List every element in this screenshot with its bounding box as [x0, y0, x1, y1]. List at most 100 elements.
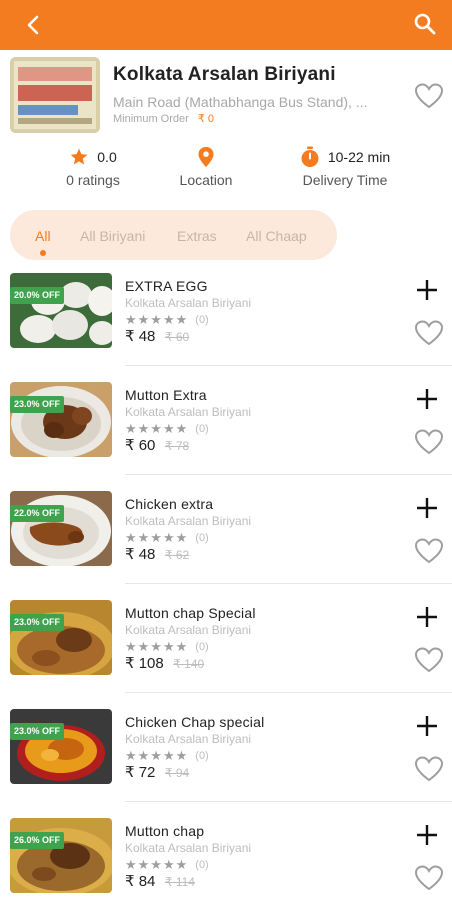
chevron-left-icon[interactable] — [22, 13, 46, 37]
heart-outline-icon[interactable] — [414, 82, 444, 110]
item-price: ₹ 72 ₹ 94 — [125, 763, 189, 782]
item-restaurant: Kolkata Arsalan Biriyani — [125, 514, 252, 528]
menu-item[interactable]: 22.0% OFF Chicken extra Kolkata Arsalan … — [0, 491, 452, 600]
location-pin-icon — [198, 147, 214, 167]
original-price: ₹ 114 — [164, 875, 195, 889]
original-price: ₹ 78 — [164, 439, 190, 453]
minimum-order: Minimum Order ₹ 0 — [113, 112, 214, 125]
add-icon[interactable] — [414, 713, 440, 739]
item-price: ₹ 108 ₹ 140 — [125, 654, 204, 673]
delivery-time-value: 10-22 min — [327, 149, 391, 165]
divider — [125, 474, 452, 475]
heart-outline-icon[interactable] — [414, 428, 444, 456]
discount-badge: 26.0% OFF — [10, 832, 65, 849]
rating-stars: ★★★★★ — [125, 639, 189, 654]
menu-item[interactable]: 23.0% OFF Mutton chap Special Kolkata Ar… — [0, 600, 452, 709]
divider — [125, 583, 452, 584]
menu-item[interactable]: 20.0% OFF EXTRA EGG Kolkata Arsalan Biri… — [0, 273, 452, 382]
add-icon[interactable] — [414, 386, 440, 412]
delivery-time-label: Delivery Time — [302, 172, 388, 188]
food-image — [10, 709, 112, 784]
delivery-stat: 10-22 min Delivery Time — [290, 145, 400, 188]
item-rating: ★★★★★ (0) — [125, 748, 209, 764]
item-price: ₹ 60 ₹ 78 — [125, 436, 189, 455]
current-price: ₹ 60 — [125, 437, 156, 454]
star-icon — [70, 148, 88, 165]
rating-value: 0.0 — [97, 149, 117, 165]
divider — [125, 692, 452, 693]
original-price: ₹ 140 — [173, 657, 205, 671]
food-image — [10, 273, 112, 348]
heart-outline-icon[interactable] — [414, 537, 444, 565]
rating-stars: ★★★★★ — [125, 421, 189, 436]
divider — [125, 365, 452, 366]
current-price: ₹ 84 — [125, 873, 156, 890]
current-price: ₹ 72 — [125, 764, 156, 781]
heart-outline-icon[interactable] — [414, 755, 444, 783]
item-rating: ★★★★★ (0) — [125, 530, 209, 546]
search-icon[interactable] — [412, 11, 438, 37]
rating-stat: 0.0 0 ratings — [52, 145, 134, 188]
heart-outline-icon[interactable] — [414, 864, 444, 892]
rating-label: 0 ratings — [66, 172, 120, 188]
divider — [125, 801, 452, 802]
tab-label: All Biriyani — [80, 228, 146, 244]
item-price: ₹ 48 ₹ 60 — [125, 327, 189, 346]
food-image — [10, 382, 112, 457]
rating-stars: ★★★★★ — [125, 530, 189, 545]
heart-outline-icon[interactable] — [414, 319, 444, 347]
discount-badge: 20.0% OFF — [10, 287, 65, 304]
restaurant-name: Kolkata Arsalan Biriyani — [113, 64, 336, 85]
item-name: Mutton chap — [125, 823, 205, 839]
item-price: ₹ 84 ₹ 114 — [125, 872, 195, 891]
original-price: ₹ 60 — [164, 330, 190, 344]
item-price: ₹ 48 ₹ 62 — [125, 545, 189, 564]
rating-count: (0) — [195, 314, 209, 326]
current-price: ₹ 108 — [125, 655, 164, 672]
rating-stars: ★★★★★ — [125, 312, 189, 327]
tab-all[interactable]: All — [35, 228, 51, 256]
current-price: ₹ 48 — [125, 546, 156, 563]
item-name: Chicken extra — [125, 496, 214, 512]
add-icon[interactable] — [414, 822, 440, 848]
app-bar — [0, 0, 452, 50]
rating-count: (0) — [195, 423, 209, 435]
tab-all-chaap[interactable]: All Chaap — [246, 228, 307, 244]
location-stat[interactable]: Location — [166, 145, 246, 188]
menu-item[interactable]: 26.0% OFF Mutton chap Kolkata Arsalan Bi… — [0, 818, 452, 900]
item-rating: ★★★★★ (0) — [125, 639, 209, 655]
item-rating: ★★★★★ (0) — [125, 857, 209, 873]
food-image — [10, 600, 112, 675]
tab-label: Extras — [177, 228, 217, 244]
restaurant-stats: 0.0 0 ratings Location 10-22 min Deliver… — [0, 145, 452, 197]
rating-count: (0) — [195, 859, 209, 871]
tab-extras[interactable]: Extras — [177, 228, 217, 244]
category-tabs: All All Biriyani Extras All Chaap — [10, 210, 337, 260]
add-icon[interactable] — [414, 277, 440, 303]
discount-badge: 23.0% OFF — [10, 396, 65, 413]
add-icon[interactable] — [414, 495, 440, 521]
original-price: ₹ 62 — [164, 548, 190, 562]
rating-stars: ★★★★★ — [125, 748, 189, 763]
original-price: ₹ 94 — [164, 766, 190, 780]
item-restaurant: Kolkata Arsalan Biriyani — [125, 732, 252, 746]
minimum-order-label: Minimum Order — [113, 113, 189, 125]
rating-count: (0) — [195, 532, 209, 544]
add-icon[interactable] — [414, 604, 440, 630]
item-rating: ★★★★★ (0) — [125, 421, 209, 437]
heart-outline-icon[interactable] — [414, 646, 444, 674]
item-name: EXTRA EGG — [125, 278, 208, 294]
menu-item[interactable]: 23.0% OFF Mutton Extra Kolkata Arsalan B… — [0, 382, 452, 491]
menu-item[interactable]: 23.0% OFF Chicken Chap special Kolkata A… — [0, 709, 452, 818]
tab-all-biriyani[interactable]: All Biriyani — [80, 228, 145, 244]
item-restaurant: Kolkata Arsalan Biriyani — [125, 623, 252, 637]
minimum-order-value: ₹ 0 — [197, 113, 215, 125]
rating-count: (0) — [195, 641, 209, 653]
item-restaurant: Kolkata Arsalan Biriyani — [125, 296, 252, 310]
item-restaurant: Kolkata Arsalan Biriyani — [125, 405, 252, 419]
restaurant-header: Kolkata Arsalan Biriyani Main Road (Math… — [0, 50, 452, 140]
rating-count: (0) — [195, 750, 209, 762]
restaurant-logo — [10, 57, 100, 133]
restaurant-address: Main Road (Mathabhanga Bus Stand), ... — [113, 94, 368, 110]
item-restaurant: Kolkata Arsalan Biriyani — [125, 841, 252, 855]
